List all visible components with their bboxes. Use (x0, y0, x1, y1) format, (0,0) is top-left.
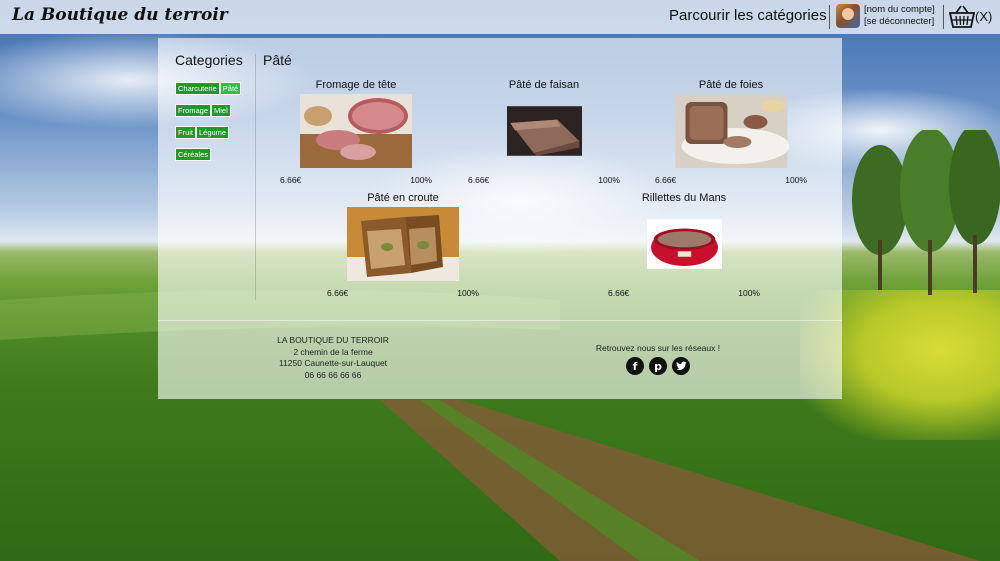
store-street: 2 chemin de la ferme (293, 346, 373, 357)
category-tag[interactable]: Fruit (175, 126, 196, 139)
facebook-icon[interactable]: f (626, 357, 644, 375)
pinterest-icon[interactable]: p (649, 357, 667, 375)
product-percent: 100% (598, 175, 620, 185)
header-divider (943, 5, 944, 29)
product-meta: 6.66€ 100% (276, 172, 436, 186)
product-price: 6.66€ (280, 175, 302, 185)
product-card[interactable]: Rillettes du Mans 6.66€ 100% (604, 192, 764, 299)
brand-logo-link[interactable]: La Boutique du terroir (12, 5, 228, 25)
category-tag[interactable]: Céréales (175, 148, 212, 161)
product-image[interactable] (674, 94, 789, 168)
trees-decoration (852, 130, 1000, 295)
category-tag[interactable]: Fromage (175, 104, 212, 117)
logout-link[interactable]: [se déconnecter] (864, 16, 935, 28)
product-percent: 100% (738, 288, 760, 298)
product-price: 6.66€ (327, 288, 349, 298)
product-image[interactable] (300, 94, 412, 168)
product-card[interactable]: Fromage de tête 6.66€ 100% (276, 79, 436, 186)
main-panel: Categories Charcuterie Pâté Fromage Miel Fru… (158, 38, 842, 399)
product-meta: 6.66€ 100% (651, 172, 811, 186)
cart-count[interactable]: (X) (975, 9, 992, 24)
social-section: Retrouvez nous sur les réseaux ! f p (578, 343, 738, 375)
top-navbar: La Boutique du terroir Parcourir les cat… (0, 0, 1000, 34)
header-divider (829, 5, 830, 29)
footer-divider (158, 320, 842, 321)
sidebar-divider (255, 54, 256, 300)
basket-icon[interactable] (949, 5, 975, 29)
product-name[interactable]: Pâté de foies (651, 79, 811, 93)
product-name[interactable]: Rillettes du Mans (604, 192, 764, 206)
product-percent: 100% (785, 175, 807, 185)
product-card[interactable]: Pâté de foies 6.66€ 100% (651, 79, 811, 186)
category-tag-list: Charcuterie Pâté Fromage Miel Fruit Légume Cér… (175, 76, 255, 164)
product-price: 6.66€ (608, 288, 630, 298)
product-name[interactable]: Pâté de faisan (464, 79, 624, 93)
product-image[interactable] (646, 207, 722, 281)
browse-categories-link[interactable]: Parcourir les catégories (669, 7, 827, 24)
product-price: 6.66€ (655, 175, 677, 185)
product-percent: 100% (410, 175, 432, 185)
category-tag[interactable]: Pâté (219, 82, 242, 95)
twitter-icon[interactable] (672, 357, 690, 375)
product-price: 6.66€ (468, 175, 490, 185)
account-name-link[interactable]: [nom du compte] (864, 4, 935, 16)
sidebar-title: Categories (175, 52, 243, 68)
product-meta: 6.66€ 100% (604, 285, 764, 299)
social-icon-row: f p (578, 357, 738, 375)
category-tag[interactable]: Charcuterie (175, 82, 220, 95)
category-sidebar: Categories Charcuterie Pâté Fromage Miel Fru… (175, 52, 255, 164)
category-tag[interactable]: Miel (211, 104, 231, 117)
product-card[interactable]: Pâté de faisan 6.66€ 100% (464, 79, 624, 186)
store-city: 11250 Caunette-sur-Lauquet (278, 358, 388, 368)
product-meta: 6.66€ 100% (464, 172, 624, 186)
product-meta: 6.66€ 100% (323, 285, 483, 299)
store-name: LA BOUTIQUE DU TERROIR (277, 335, 389, 345)
product-name[interactable]: Fromage de tête (276, 79, 436, 93)
account-menu: [nom du compte] [se déconnecter] (864, 4, 935, 28)
product-image[interactable] (347, 207, 459, 281)
social-text: Retrouvez nous sur les réseaux ! (595, 343, 721, 353)
product-name[interactable]: Pâté en croute (323, 192, 483, 206)
product-percent: 100% (457, 288, 479, 298)
product-card[interactable]: Pâté en croute 6.66€ 100% (323, 192, 483, 299)
section-title: Pâté (263, 52, 292, 68)
user-avatar[interactable] (836, 4, 860, 28)
product-image[interactable] (506, 94, 582, 168)
store-address: LA BOUTIQUE DU TERROIR 2 chemin de la fe… (253, 335, 413, 381)
category-tag[interactable]: Légume (196, 126, 230, 139)
store-phone: 06 66 66 66 66 (304, 369, 362, 380)
